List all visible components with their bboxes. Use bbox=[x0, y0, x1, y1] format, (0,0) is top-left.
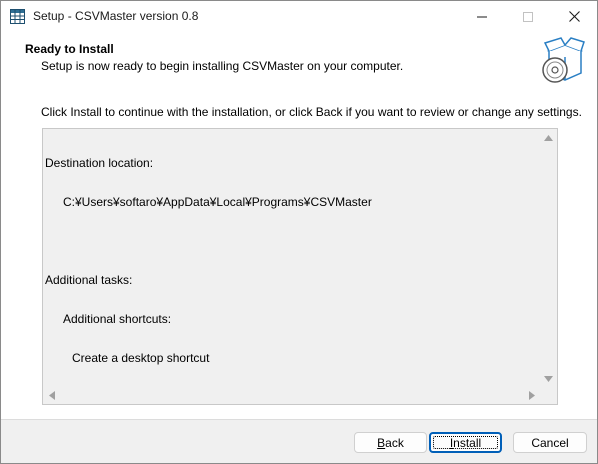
box-with-disc-icon bbox=[541, 37, 585, 85]
focus-ring bbox=[433, 436, 498, 449]
minimize-icon bbox=[477, 16, 487, 17]
title-bar[interactable]: Setup - CSVMaster version 0.8 bbox=[1, 1, 597, 32]
app-icon bbox=[10, 9, 25, 24]
maximize-button[interactable] bbox=[505, 1, 551, 32]
window-title: Setup - CSVMaster version 0.8 bbox=[33, 9, 199, 23]
back-label: Back bbox=[377, 435, 404, 450]
page-title: Ready to Install bbox=[25, 42, 114, 56]
cancel-label: Cancel bbox=[531, 435, 569, 450]
minimize-button[interactable] bbox=[459, 1, 505, 32]
destination-path: C:¥Users¥softaro¥AppData¥Local¥Programs¥… bbox=[63, 195, 372, 209]
footer-divider bbox=[1, 419, 597, 420]
scroll-down-icon[interactable] bbox=[540, 370, 557, 387]
wizard-body: Click Install to continue with the insta… bbox=[1, 89, 597, 419]
wizard-header: Ready to Install Setup is now ready to b… bbox=[1, 32, 597, 89]
shortcuts-label: Additional shortcuts: bbox=[63, 312, 172, 326]
install-button[interactable]: Install bbox=[429, 432, 502, 453]
close-icon bbox=[568, 11, 580, 22]
shortcut-item: Create a desktop shortcut bbox=[72, 351, 210, 365]
tasks-label: Additional tasks: bbox=[45, 273, 133, 287]
scroll-up-icon[interactable] bbox=[540, 129, 557, 146]
scroll-left-icon[interactable] bbox=[43, 387, 60, 404]
back-button[interactable]: Back bbox=[354, 432, 427, 453]
ready-memo[interactable]: Destination location: C:¥Users¥softaro¥A… bbox=[42, 128, 558, 405]
cancel-button[interactable]: Cancel bbox=[513, 432, 587, 453]
page-subtitle: Setup is now ready to begin installing C… bbox=[41, 59, 404, 73]
memo-content[interactable]: Destination location: C:¥Users¥softaro¥A… bbox=[45, 131, 539, 381]
destination-label: Destination location: bbox=[45, 156, 154, 170]
close-button[interactable] bbox=[551, 1, 597, 32]
instruction-text: Click Install to continue with the insta… bbox=[41, 105, 582, 119]
maximize-icon bbox=[523, 11, 533, 22]
setup-window: Setup - CSVMaster version 0.8 Ready to I… bbox=[0, 0, 598, 464]
vertical-scrollbar[interactable] bbox=[540, 129, 557, 387]
scroll-right-icon[interactable] bbox=[523, 387, 540, 404]
horizontal-scrollbar[interactable] bbox=[43, 387, 540, 404]
